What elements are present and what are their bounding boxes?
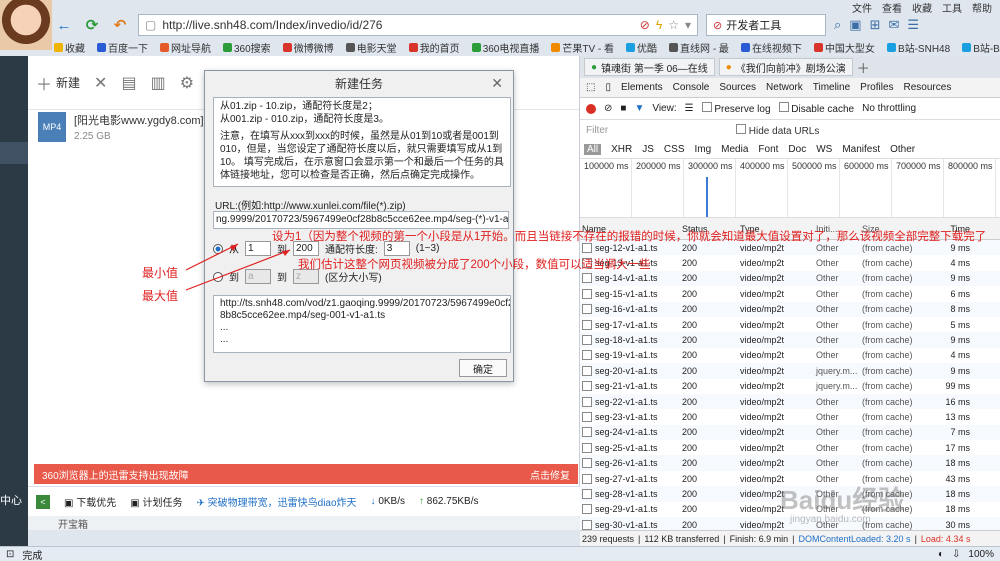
annotation-note-count: 我们估计这整个网页视频被分成了200个小段，数值可以适当调大一些	[298, 259, 651, 271]
min-arrow	[185, 243, 239, 271]
zoom-level[interactable]: 100%	[968, 549, 994, 560]
annotation-min-label: 最小值	[142, 266, 179, 280]
max-arrow	[185, 249, 291, 291]
annotation-max-label: 最大值	[142, 289, 179, 303]
annotation-note-start: 设为1（因为整个视频的第一个小段是从1开始。而且当链接不存在的报错的时候，你就会…	[272, 231, 987, 243]
status-text: 完成	[22, 550, 43, 561]
status-tools: ◐ ⇩ 100%	[938, 549, 1000, 560]
max-arrowhead	[282, 250, 290, 256]
min-arrowhead	[230, 244, 238, 251]
status-indicator-icon: ⊡	[6, 548, 15, 560]
download-icon[interactable]: ⇩	[952, 549, 960, 560]
browser-status-bar: ⊡ 完成 ◐ ⇩ 100%	[0, 546, 1000, 561]
speed-icon[interactable]: ◐	[938, 549, 944, 560]
